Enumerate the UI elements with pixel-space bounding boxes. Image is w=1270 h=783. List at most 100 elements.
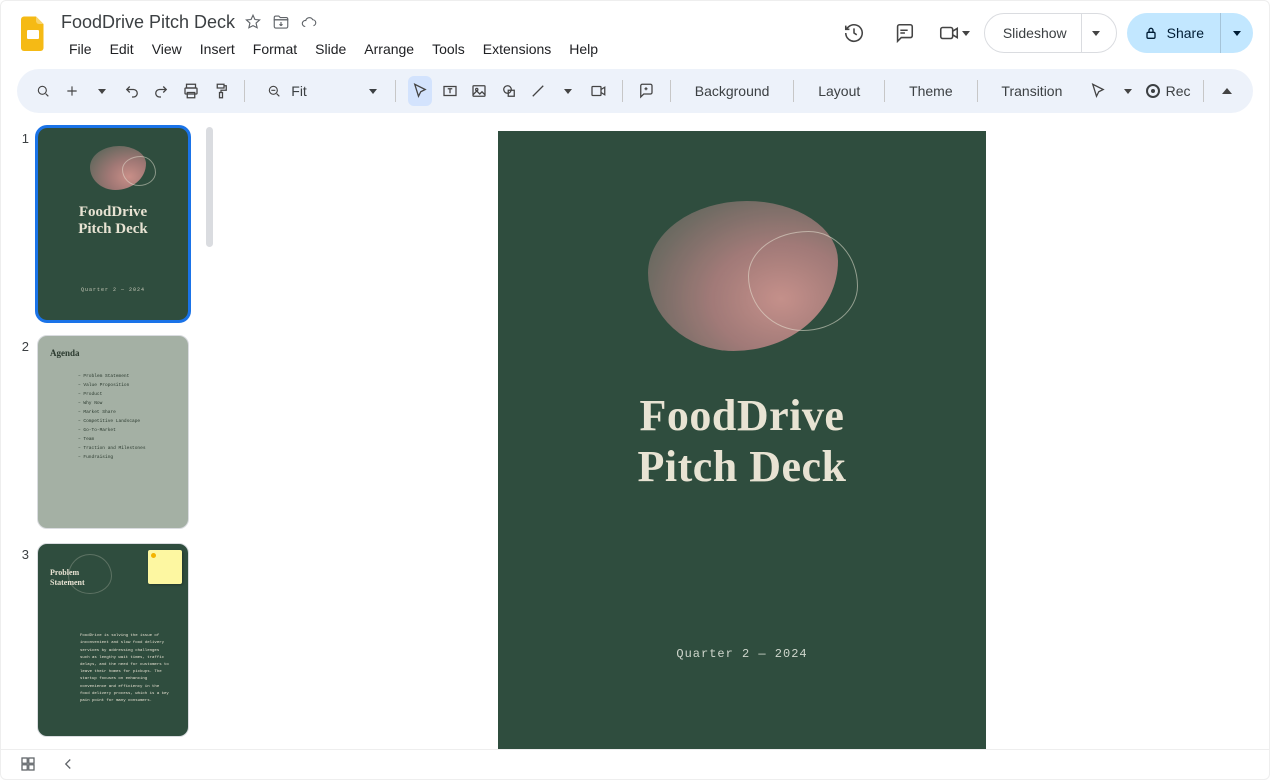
- layout-button[interactable]: Layout: [806, 76, 872, 106]
- menu-format[interactable]: Format: [245, 37, 305, 61]
- thumb-title-line: FoodDrive: [79, 204, 147, 220]
- lock-icon: [1143, 25, 1159, 41]
- theme-button[interactable]: Theme: [897, 76, 965, 106]
- record-button[interactable]: Rec: [1146, 83, 1191, 99]
- chevron-down-icon: [369, 89, 377, 94]
- toolbar-separator: [244, 80, 245, 102]
- slides-app-icon[interactable]: [13, 13, 53, 53]
- history-icon[interactable]: [834, 13, 874, 53]
- share-button[interactable]: Share: [1127, 13, 1253, 53]
- list-item: Value Proposition: [78, 381, 178, 390]
- share-dropdown[interactable]: [1220, 13, 1253, 53]
- toolbar-separator: [793, 80, 794, 102]
- cursor-share-icon[interactable]: [1086, 76, 1110, 106]
- paint-format-button[interactable]: [209, 76, 233, 106]
- grid-view-icon[interactable]: [19, 755, 37, 778]
- image-tool[interactable]: [467, 76, 491, 106]
- menu-slide[interactable]: Slide: [307, 37, 354, 61]
- filmstrip[interactable]: 1 FoodDrivePitch Deck Quarter 2 — 2024 2…: [1, 113, 215, 749]
- main-area: 1 FoodDrivePitch Deck Quarter 2 — 2024 2…: [1, 113, 1269, 749]
- thumb-heading: Agenda: [50, 348, 178, 358]
- slide-subtitle[interactable]: Quarter 2 — 2024: [498, 647, 986, 661]
- textbox-tool[interactable]: [438, 76, 462, 106]
- menu-help[interactable]: Help: [561, 37, 606, 61]
- record-label: Rec: [1166, 83, 1191, 99]
- print-button[interactable]: [179, 76, 203, 106]
- list-item: Product: [78, 390, 178, 399]
- thumbnail-row: 3 ProblemStatement FoodDrive is solving …: [17, 543, 205, 737]
- select-tool[interactable]: [408, 76, 432, 106]
- share-label: Share: [1167, 25, 1204, 41]
- menu-insert[interactable]: Insert: [192, 37, 243, 61]
- menu-extensions[interactable]: Extensions: [475, 37, 559, 61]
- thumbnail-number: 2: [17, 335, 29, 354]
- toolbar-separator: [1203, 80, 1204, 102]
- record-icon: [1146, 84, 1160, 98]
- menu-bar: File Edit View Insert Format Slide Arran…: [61, 37, 834, 61]
- transition-button[interactable]: Transition: [989, 76, 1074, 106]
- title-bar: FoodDrive Pitch Deck File Edit View Inse…: [1, 1, 1269, 61]
- undo-button[interactable]: [120, 76, 144, 106]
- chevron-down-icon: [1124, 89, 1132, 94]
- slideshow-button[interactable]: Slideshow: [984, 13, 1117, 53]
- zoom-control[interactable]: Fit: [257, 76, 383, 106]
- thumbnail-1[interactable]: FoodDrivePitch Deck Quarter 2 — 2024: [37, 127, 189, 321]
- slide-title[interactable]: FoodDrive Pitch Deck: [498, 391, 986, 492]
- blob-outline: [748, 231, 858, 331]
- chevron-down-icon: [962, 31, 970, 36]
- scrollbar[interactable]: [206, 127, 213, 247]
- new-slide-dropdown[interactable]: [90, 76, 114, 106]
- chevron-left-icon[interactable]: [59, 755, 77, 778]
- list-item: Traction and Milestones: [78, 444, 178, 453]
- list-item: Market Share: [78, 408, 178, 417]
- menu-arrange[interactable]: Arrange: [356, 37, 422, 61]
- video-tool[interactable]: [586, 76, 610, 106]
- background-button[interactable]: Background: [683, 76, 782, 106]
- menu-tools[interactable]: Tools: [424, 37, 473, 61]
- menu-file[interactable]: File: [61, 37, 100, 61]
- toolbar-separator: [884, 80, 885, 102]
- collapse-toolbar-button[interactable]: [1215, 76, 1239, 106]
- list-item: Go-To-Market: [78, 426, 178, 435]
- search-icon[interactable]: [31, 76, 55, 106]
- sticky-note-icon: [148, 550, 182, 584]
- thumbnail-row: 1 FoodDrivePitch Deck Quarter 2 — 2024: [17, 127, 205, 321]
- shape-tool[interactable]: [497, 76, 521, 106]
- cloud-status-icon[interactable]: [299, 12, 319, 32]
- line-tool[interactable]: [527, 76, 551, 106]
- list-item: Team: [78, 435, 178, 444]
- star-icon[interactable]: [243, 12, 263, 32]
- move-icon[interactable]: [271, 12, 291, 32]
- new-slide-button[interactable]: [61, 76, 85, 106]
- slideshow-label: Slideshow: [1003, 25, 1081, 41]
- menu-edit[interactable]: Edit: [102, 37, 142, 61]
- comment-tool[interactable]: [634, 76, 658, 106]
- blob-outline: [122, 156, 156, 186]
- slide-title-line: FoodDrive: [640, 391, 845, 440]
- line-tool-dropdown[interactable]: [556, 76, 580, 106]
- slide-graphic: [498, 201, 986, 361]
- bottom-bar: [1, 749, 1269, 783]
- list-item: Fundraising: [78, 453, 178, 462]
- thumb-body-text: FoodDrive is solving the issue of inconv…: [80, 633, 170, 705]
- slideshow-dropdown[interactable]: [1081, 14, 1110, 52]
- menu-view[interactable]: View: [144, 37, 190, 61]
- toolbar-separator: [395, 80, 396, 102]
- chevron-up-icon: [1222, 88, 1232, 94]
- thumbnail-row: 2 Agenda Problem Statement Value Proposi…: [17, 335, 205, 529]
- comments-icon[interactable]: [884, 13, 924, 53]
- slide-canvas[interactable]: FoodDrive Pitch Deck Quarter 2 — 2024: [215, 113, 1269, 749]
- meet-icon[interactable]: [934, 13, 974, 53]
- thumbnail-2[interactable]: Agenda Problem Statement Value Propositi…: [37, 335, 189, 529]
- slide-title-line: Pitch Deck: [637, 442, 846, 491]
- thumbnail-number: 3: [17, 543, 29, 562]
- thumbnail-3[interactable]: ProblemStatement FoodDrive is solving th…: [37, 543, 189, 737]
- thumbnail-number: 1: [17, 127, 29, 146]
- slide-1[interactable]: FoodDrive Pitch Deck Quarter 2 — 2024: [498, 131, 986, 749]
- zoom-value: Fit: [291, 83, 339, 99]
- redo-button[interactable]: [150, 76, 174, 106]
- zoom-icon: [259, 76, 289, 106]
- document-title[interactable]: FoodDrive Pitch Deck: [61, 12, 235, 33]
- cursor-share-dropdown[interactable]: [1116, 76, 1140, 106]
- list-item: Competitive Landscape: [78, 417, 178, 426]
